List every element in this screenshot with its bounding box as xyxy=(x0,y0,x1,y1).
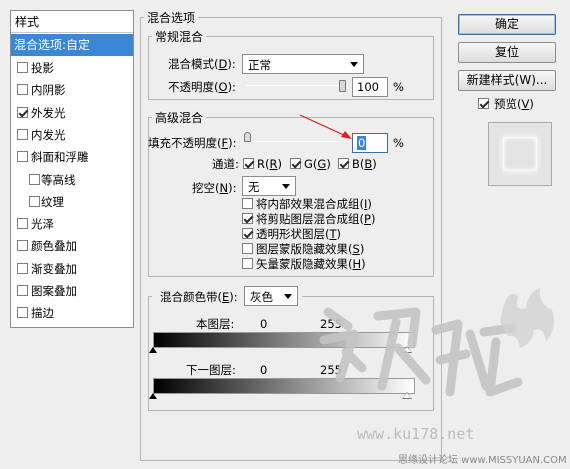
styles-item-label: 内发光 xyxy=(31,127,66,142)
channel-checkbox[interactable] xyxy=(243,158,254,169)
channel-label: B(B) xyxy=(352,157,377,171)
chevron-down-icon xyxy=(350,62,358,67)
this-layer-label: 本图层: xyxy=(196,317,235,331)
styles-item-checkbox[interactable] xyxy=(17,62,28,73)
styles-item-label: 斜面和浮雕 xyxy=(31,150,89,165)
styles-item-checkbox[interactable] xyxy=(17,240,28,252)
styles-item-label: 光泽 xyxy=(31,217,54,232)
styles-item[interactable]: 图案叠加 xyxy=(11,280,133,302)
preview-checkbox[interactable] xyxy=(478,98,489,109)
blend-if-label: 混合颜色带(E): xyxy=(160,290,238,304)
styles-list-panel: 样式 混合选项:自定 投影内阴影外发光内发光斜面和浮雕等高线纹理光泽颜色叠加渐变… xyxy=(10,10,134,328)
blend-if-select[interactable]: 灰色 xyxy=(244,286,298,306)
channel-label: R(R) xyxy=(257,157,282,171)
knockout-select[interactable]: 无 xyxy=(242,176,296,196)
styles-item-checkbox[interactable] xyxy=(17,151,28,163)
styles-item-checkbox[interactable] xyxy=(17,84,28,96)
styles-item-label: 等高线 xyxy=(41,172,76,187)
styles-item[interactable]: 斜面和浮雕 xyxy=(11,146,133,168)
styles-item-checkbox[interactable] xyxy=(29,195,40,207)
styles-item[interactable]: 纹理 xyxy=(11,191,133,213)
styles-item[interactable]: 描边 xyxy=(11,302,133,324)
styles-list-header: 样式 xyxy=(11,11,133,33)
general-blending-title: 常规混合 xyxy=(152,28,207,45)
knockout-label: 挖空(N): xyxy=(192,181,237,195)
styles-item-checkbox[interactable] xyxy=(17,128,28,140)
styles-item-checkbox[interactable] xyxy=(17,285,28,296)
fill-opacity-input[interactable]: 0 xyxy=(352,133,388,153)
fill-opacity-label: 填充不透明度(F): xyxy=(148,136,237,150)
styles-item-blending-options[interactable]: 混合选项:自定 xyxy=(11,34,133,56)
advanced-option-checkbox[interactable] xyxy=(242,213,253,224)
advanced-option-label: 矢量蒙版隐藏效果(H) xyxy=(256,257,366,271)
new-style-button[interactable]: 新建样式(W)... xyxy=(458,70,556,91)
advanced-option-label: 透明形状图层(T) xyxy=(256,227,342,241)
styles-item-label: 内阴影 xyxy=(31,83,66,98)
styles-item[interactable]: 渐变叠加 xyxy=(11,258,133,280)
watermark-logo xyxy=(319,288,554,397)
styles-item-checkbox[interactable] xyxy=(17,262,28,274)
advanced-option-checkbox[interactable] xyxy=(242,243,253,254)
styles-item[interactable]: 光泽 xyxy=(11,213,133,235)
styles-item[interactable]: 等高线 xyxy=(11,169,133,191)
this-layer-min: 0 xyxy=(260,317,268,331)
opacity-unit: % xyxy=(393,80,404,94)
advanced-option-label: 将剪贴图层混合成组(P) xyxy=(256,212,376,226)
blend-mode-select[interactable]: 正常 xyxy=(242,54,364,74)
styles-item-label: 图案叠加 xyxy=(31,284,77,298)
styles-item-label: 描边 xyxy=(31,306,54,321)
styles-item[interactable]: 投影 xyxy=(11,57,133,79)
underlying-layer-label: 下一图层: xyxy=(186,363,236,377)
style-preview-swatch xyxy=(488,122,552,186)
underlying-layer-min: 0 xyxy=(260,363,268,377)
advanced-option-checkbox[interactable] xyxy=(242,258,253,269)
chevron-down-icon xyxy=(282,184,290,189)
styles-item-checkbox[interactable] xyxy=(29,173,40,185)
styles-item-label: 投影 xyxy=(31,61,54,75)
styles-item-label: 外发光 xyxy=(31,105,66,120)
opacity-label: 不透明度(O): xyxy=(168,80,236,94)
preview-label: 预览(V) xyxy=(494,97,534,111)
styles-item-checkbox[interactable] xyxy=(17,218,28,230)
blend-mode-label: 混合模式(D): xyxy=(168,57,236,71)
opacity-slider-track[interactable] xyxy=(246,85,346,86)
channel-checkbox[interactable] xyxy=(290,158,301,169)
advanced-option-checkbox[interactable] xyxy=(242,198,253,209)
styles-item-checkbox[interactable] xyxy=(17,106,28,118)
channel-label: G(G) xyxy=(304,157,331,171)
advanced-option-checkbox[interactable] xyxy=(242,228,253,239)
styles-item[interactable]: 内发光 xyxy=(11,124,133,146)
channel-checkbox[interactable] xyxy=(338,158,349,169)
blending-options-title: 混合选项 xyxy=(144,9,199,26)
advanced-blending-title: 高级混合 xyxy=(152,109,207,126)
reset-button[interactable]: 复位 xyxy=(458,42,556,63)
advanced-option-label: 图层蒙版隐藏效果(S) xyxy=(256,242,365,256)
fill-opacity-slider-thumb[interactable] xyxy=(244,132,251,142)
chevron-down-icon xyxy=(284,294,292,299)
this-layer-black-slider[interactable] xyxy=(149,347,157,353)
opacity-slider-thumb[interactable] xyxy=(339,80,346,92)
watermark-footer: 思缘设计论坛 www.MISSYUAN.COM xyxy=(398,455,567,466)
channels-label: 通道: xyxy=(212,157,239,171)
styles-item-checkbox[interactable] xyxy=(17,307,28,319)
advanced-option-label: 将内部效果混合成组(I) xyxy=(256,197,372,211)
opacity-input[interactable]: 100 xyxy=(352,77,388,97)
ok-button[interactable]: 确定 xyxy=(458,14,556,35)
annotation-arrow xyxy=(299,114,352,139)
styles-item-label: 纹理 xyxy=(41,194,64,209)
styles-item-label: 颜色叠加 xyxy=(31,239,77,254)
styles-item[interactable]: 内阴影 xyxy=(11,79,133,101)
styles-item[interactable]: 外发光 xyxy=(11,102,133,124)
styles-item-label: 渐变叠加 xyxy=(31,261,77,276)
watermark-url: www.ku178.net xyxy=(357,425,475,443)
styles-item[interactable]: 颜色叠加 xyxy=(11,235,133,257)
fill-opacity-unit: % xyxy=(393,136,404,150)
underlying-layer-black-slider[interactable] xyxy=(149,393,157,399)
